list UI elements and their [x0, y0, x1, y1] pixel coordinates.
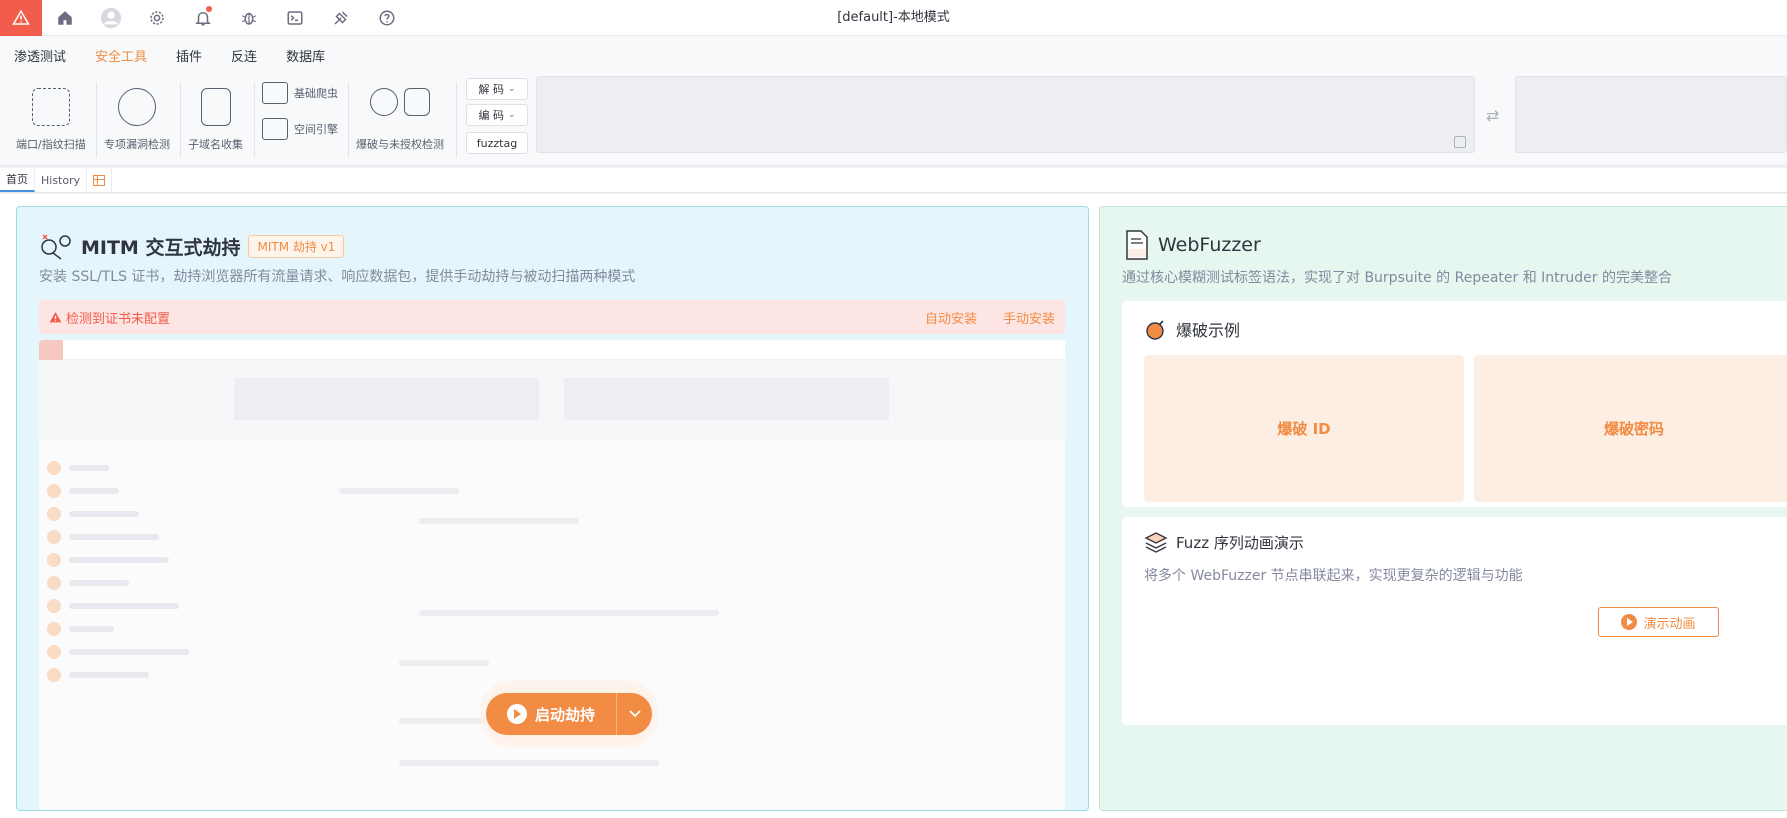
fuzztag-label: fuzztag [476, 136, 518, 150]
mitm-version-badge: MITM 劫持 v1 [248, 234, 345, 258]
codec-input[interactable] [536, 76, 1475, 153]
mitm-card[interactable]: MITM 交互式劫持 MITM 劫持 v1 安装 SSL/TLS 证书，劫持浏览… [16, 206, 1089, 811]
codec-output[interactable] [1515, 76, 1787, 153]
encode-select[interactable]: 编 码 ⌄ [466, 104, 528, 126]
webfuzzer-card[interactable]: WebFuzzer 通过核心模糊测试标签语法，实现了对 Burpsuite 的 … [1099, 206, 1787, 811]
notification-dot [206, 5, 212, 12]
space-engine-tool[interactable]: 空间引擎 [262, 118, 338, 140]
ribbon-divider [348, 82, 349, 158]
chevron-down-icon: ⌄ [507, 84, 516, 94]
decode-label: 解 码 [478, 83, 504, 96]
webfuzzer-description: 通过核心模糊测试标签语法，实现了对 Burpsuite 的 Repeater 和… [1122, 270, 1673, 286]
mitm-header: MITM 交互式劫持 MITM 劫持 v1 [39, 231, 345, 261]
mitm-preview-image: 启动劫持 [39, 340, 1065, 810]
tab-table[interactable] [87, 168, 113, 192]
clipboard-icon [200, 88, 231, 126]
cert-warning-text: 检测到证书未配置 [66, 311, 171, 327]
menu-bar: 渗透测试 安全工具 插件 反连 数据库 [0, 36, 1787, 74]
menu-item-security-tools[interactable]: 安全工具 [95, 46, 147, 65]
cert-warning-bar: 检测到证书未配置 自动安装 手动安装 [39, 300, 1065, 334]
search-engine-icon [262, 118, 288, 140]
auto-install-link[interactable]: 自动安装 [925, 308, 977, 327]
warning-icon[interactable] [0, 0, 42, 36]
menu-item-database[interactable]: 数据库 [286, 46, 325, 65]
subdomain-label: 子域名收集 [188, 138, 243, 151]
title-bar: [default]-本地模式 [0, 0, 1787, 36]
start-hijack-button[interactable]: 启动劫持 [486, 693, 616, 735]
tools-icon[interactable] [318, 0, 364, 36]
gear-icon[interactable] [134, 0, 180, 36]
brute-tool[interactable]: 爆破与未授权检测 [356, 74, 444, 166]
play-icon [506, 704, 527, 724]
brute-password-card[interactable]: 爆破密码 [1474, 355, 1787, 502]
tab-home[interactable]: 首页 [0, 168, 35, 192]
key-icon [370, 88, 398, 116]
mitm-description: 安装 SSL/TLS 证书，劫持浏览器所有流量请求、响应数据包，提供手动劫持与被… [39, 269, 636, 285]
help-icon[interactable] [364, 0, 410, 36]
ribbon-divider [96, 82, 97, 158]
start-hijack-group: 启动劫持 [485, 686, 653, 742]
manual-install-link[interactable]: 手动安装 [1003, 308, 1055, 327]
bug-icon[interactable] [226, 0, 272, 36]
brute-label: 爆破与未授权检测 [356, 138, 444, 151]
mitm-icon [41, 234, 71, 260]
port-scan-label: 端口/指纹扫描 [16, 138, 86, 151]
brute-example-title: 爆破示例 [1176, 321, 1241, 340]
menu-item-pentest[interactable]: 渗透测试 [14, 46, 66, 65]
start-hijack-dropdown[interactable] [616, 693, 652, 735]
home-icon[interactable] [42, 0, 88, 36]
ribbon-divider [180, 82, 181, 158]
webfuzzer-header: WebFuzzer [1124, 229, 1261, 261]
vuln-detect-tool[interactable]: 专项漏洞检测 [104, 74, 170, 166]
bug-scan-icon [118, 88, 156, 126]
fuzz-sequence-panel: Fuzz 序列动画演示 将多个 WebFuzzer 节点串联起来，实现更复杂的逻… [1122, 517, 1787, 725]
play-demo-button[interactable]: 演示动画 [1598, 607, 1719, 637]
chevron-down-icon [628, 710, 641, 718]
port-scan-tool[interactable]: 端口/指纹扫描 [16, 74, 86, 166]
fuzztag-button[interactable]: fuzztag [466, 132, 528, 154]
monitor-icon [262, 82, 288, 104]
fuzz-sequence-title: Fuzz 序列动画演示 [1176, 533, 1304, 552]
table-icon [93, 174, 106, 186]
crawler-label: 基础爬虫 [294, 87, 338, 100]
tab-history[interactable]: History [35, 168, 88, 192]
fingerprint-icon [31, 88, 70, 126]
encode-label: 编 码 [478, 109, 504, 122]
ribbon-divider [456, 82, 457, 158]
play-demo-label: 演示动画 [1643, 616, 1696, 632]
document-lock-icon [404, 88, 430, 116]
crawler-tool[interactable]: 基础爬虫 [262, 82, 338, 104]
webfuzzer-title: WebFuzzer [1158, 234, 1261, 256]
space-engine-label: 空间引擎 [294, 123, 338, 136]
layers-icon [1144, 532, 1168, 553]
menu-item-plugins[interactable]: 插件 [176, 46, 202, 65]
bell-icon[interactable] [180, 0, 226, 36]
bomb-icon [1146, 320, 1164, 340]
subdomain-tool[interactable]: 子域名收集 [188, 74, 243, 166]
home-content: MITM 交互式劫持 MITM 劫持 v1 安装 SSL/TLS 证书，劫持浏览… [0, 194, 1787, 818]
vuln-detect-label: 专项漏洞检测 [104, 138, 170, 151]
mitm-title: MITM 交互式劫持 [81, 236, 241, 259]
brute-example-panel: 爆破示例 爆破 ID 爆破密码 [1122, 301, 1787, 507]
warning-triangle-icon [49, 311, 62, 322]
ribbon-divider [254, 82, 255, 158]
fuzz-sequence-description: 将多个 WebFuzzer 节点串联起来，实现更复杂的逻辑与功能 [1144, 568, 1523, 584]
swap-icon[interactable]: ⇄ [1486, 106, 1499, 125]
webfuzzer-icon [1126, 230, 1148, 260]
terminal-icon[interactable] [272, 0, 318, 36]
start-hijack-label: 启动劫持 [534, 705, 595, 724]
chevron-down-icon: ⌄ [507, 110, 516, 120]
copy-icon[interactable] [1454, 136, 1466, 148]
play-icon [1621, 614, 1638, 630]
user-avatar-icon[interactable] [88, 0, 134, 36]
decode-select[interactable]: 解 码 ⌄ [466, 78, 528, 100]
tab-strip: 首页 History [0, 168, 1787, 193]
brute-id-card[interactable]: 爆破 ID [1144, 355, 1464, 502]
menu-item-reverse[interactable]: 反连 [231, 46, 257, 65]
